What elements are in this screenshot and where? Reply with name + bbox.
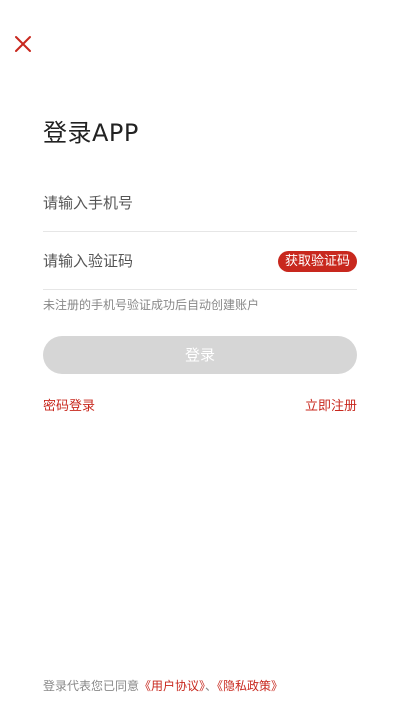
register-link[interactable]: 立即注册: [305, 395, 357, 414]
code-field: 获取验证码: [43, 233, 357, 290]
verification-code-input[interactable]: [43, 247, 263, 275]
phone-input[interactable]: [43, 189, 263, 217]
get-code-button[interactable]: 获取验证码: [277, 251, 357, 272]
privacy-policy-link[interactable]: 《隐私政策》: [217, 679, 283, 693]
agreement-prefix: 登录代表您已同意: [43, 679, 140, 693]
phone-field: [43, 175, 357, 232]
login-button[interactable]: 登录: [43, 336, 357, 374]
password-login-link[interactable]: 密码登录: [43, 395, 95, 414]
page-title: 登录APP: [43, 119, 139, 147]
agreement-text: 登录代表您已同意《用户协议》、《隐私政策》: [43, 677, 283, 694]
auto-register-hint: 未注册的手机号验证成功后自动创建账户: [43, 298, 260, 312]
close-button[interactable]: [12, 33, 34, 55]
agreement-separator: 、: [205, 679, 218, 693]
close-icon: [15, 36, 31, 52]
login-screen: 登录APP 获取验证码 未注册的手机号验证成功后自动创建账户 登录 密码登录 立…: [0, 0, 400, 711]
user-agreement-link[interactable]: 《用户协议》: [139, 679, 205, 693]
